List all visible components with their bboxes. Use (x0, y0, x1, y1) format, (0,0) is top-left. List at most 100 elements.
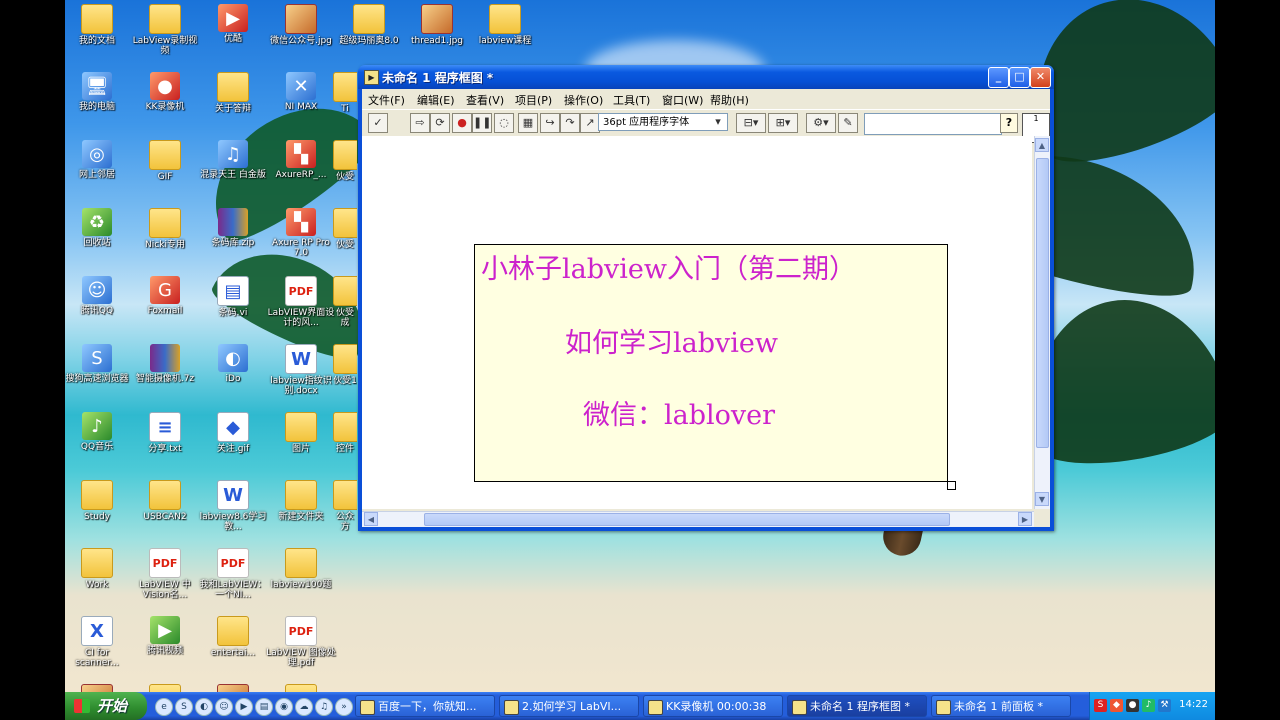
desktop-icon[interactable]: ◎ 网上邻居 (65, 140, 132, 180)
close-button[interactable]: ✕ (1030, 67, 1051, 88)
run-continuously-icon[interactable]: ⟳ (430, 113, 450, 133)
desktop-icon[interactable]: labview100题 (266, 548, 336, 590)
quicklaunch-browser-icon[interactable]: e (155, 698, 173, 716)
desktop-icon[interactable]: ♫ 混录天王 白金版 (198, 140, 268, 180)
scroll-up-icon[interactable]: ▲ (1035, 138, 1049, 152)
desktop-icon[interactable]: entertai... (198, 616, 268, 658)
desktop-icon-partial[interactable]: 控件 (333, 412, 357, 454)
desktop-icon[interactable]: ▚ Axure RP Pro 7.0 (266, 208, 336, 258)
maximize-button[interactable]: □ (1009, 67, 1030, 88)
search-input[interactable] (864, 113, 1002, 135)
tray-volume-icon[interactable]: ♪ (1142, 699, 1155, 712)
desktop-icon-partial[interactable]: 伙受 (333, 140, 357, 182)
desktop-icon[interactable]: 新建文件夹 (266, 480, 336, 522)
desktop-icon[interactable]: ≡ 分享.txt (130, 412, 200, 454)
scroll-right-icon[interactable]: ▶ (1018, 512, 1032, 526)
quicklaunch-ido-icon[interactable]: ◐ (195, 698, 213, 716)
align-objects-icon[interactable]: ⊟▾ (736, 113, 766, 133)
task-front-panel[interactable]: 未命名 1 前面板 * (931, 695, 1071, 717)
quicklaunch-more-icon[interactable]: » (335, 698, 353, 716)
resize-handle[interactable] (947, 481, 956, 490)
desktop-icon[interactable]: 智能摄像机.7z (130, 344, 200, 384)
desktop-icon[interactable]: ☺ 腾讯QQ (65, 276, 132, 316)
step-over-icon[interactable]: ↷ (560, 113, 580, 133)
desktop-icon[interactable]: 关于答辩 (198, 72, 268, 114)
desktop-icon-partial[interactable]: 伙受成 (333, 276, 357, 328)
desktop-icon[interactable]: LabView录制视频 (130, 4, 200, 56)
desktop-icon[interactable]: ▚ AxureRP_... (266, 140, 336, 180)
desktop-icon[interactable]: USBCAN2 (130, 480, 200, 522)
font-select[interactable]: 36pt 应用程序字体 (598, 113, 728, 131)
tray-sogou-icon[interactable]: S (1094, 699, 1107, 712)
desktop-icon[interactable]: 我的文档 (65, 4, 132, 46)
desktop-icon[interactable]: 条码库.zip (198, 208, 268, 248)
desktop-icon[interactable]: Work (65, 548, 132, 590)
minimize-button[interactable]: _ (988, 67, 1009, 88)
desktop-icon[interactable]: ♪ QQ音乐 (65, 412, 132, 452)
quicklaunch-chat-icon[interactable]: ◉ (275, 698, 293, 716)
desktop-icon[interactable]: ▶ 腾讯视频 (130, 616, 200, 656)
desktop-icon[interactable]: PDF LabVIEW 图像处理.pdf (266, 616, 336, 668)
desktop-icon[interactable]: 🖥 我的电脑 (65, 72, 132, 112)
desktop-icon[interactable]: X CI for scanner... (65, 616, 132, 668)
quicklaunch-sogou-icon[interactable]: S (175, 698, 193, 716)
retain-wire-values-icon[interactable]: ▦ (518, 113, 538, 133)
quicklaunch-qq-icon[interactable]: ☺ (215, 698, 233, 716)
desktop-icon[interactable]: PDF LabVIEW 中Vision名... (130, 548, 200, 600)
menu-tools[interactable]: 工具(T) (613, 92, 650, 108)
checkmark-icon[interactable]: ✓ (368, 113, 388, 133)
tray-network-icon[interactable]: ⚒ (1158, 699, 1171, 712)
desktop-icon[interactable]: GIF (130, 140, 200, 182)
quicklaunch-folder-icon[interactable]: ▤ (255, 698, 273, 716)
task-word-doc[interactable]: 2.如何学习 LabVI... (499, 695, 639, 717)
tray-app-icon[interactable]: ◆ (1110, 699, 1123, 712)
menu-operate[interactable]: 操作(O) (564, 92, 603, 108)
pause-icon[interactable]: ❚❚ (472, 113, 492, 133)
step-into-icon[interactable]: ↪ (540, 113, 560, 133)
menu-edit[interactable]: 编辑(E) (417, 92, 455, 108)
task-kk-recorder[interactable]: KK录像机 00:00:38 (643, 695, 783, 717)
desktop-icon[interactable]: ● KK录像机 (130, 72, 200, 112)
desktop-icon-partial[interactable]: 伙受 (333, 208, 357, 250)
menu-project[interactable]: 项目(P) (515, 92, 552, 108)
abort-icon[interactable]: ● (452, 113, 472, 133)
reorder-icon[interactable]: ⚙▾ (806, 113, 836, 133)
task-block-diagram[interactable]: 未命名 1 程序框图 * (787, 695, 927, 717)
desktop-icon[interactable]: 微信公众号.jpg (266, 4, 336, 46)
quicklaunch-cloud-icon[interactable]: ☁ (295, 698, 313, 716)
window-titlebar[interactable]: ▶ 未命名 1 程序框图 * _ □ ✕ (358, 65, 1054, 89)
vertical-scrollbar[interactable]: ▲ ▼ (1034, 136, 1050, 509)
desktop-icon[interactable]: ◐ iDo (198, 344, 268, 384)
desktop-icon[interactable]: S 搜狗高速浏览器 (65, 344, 132, 384)
tray-recorder-icon[interactable]: ● (1126, 699, 1139, 712)
highlight-execution-icon[interactable]: ◌ (494, 113, 514, 133)
run-icon[interactable]: ⇨ (410, 113, 430, 133)
desktop-icon[interactable]: Wlabview8.6学习教... (198, 480, 268, 532)
menu-view[interactable]: 查看(V) (466, 92, 504, 108)
start-button[interactable]: 开始 (65, 692, 147, 720)
scroll-left-icon[interactable]: ◀ (364, 512, 378, 526)
horizontal-scrollbar[interactable]: ◀ ▶ (362, 511, 1034, 527)
scroll-down-icon[interactable]: ▼ (1035, 492, 1049, 506)
desktop-icon[interactable]: ▶ 优酷 (198, 4, 268, 44)
desktop-icon[interactable]: ◆ 关注.gif (198, 412, 268, 454)
distribute-objects-icon[interactable]: ⊞▾ (768, 113, 798, 133)
block-diagram-canvas[interactable]: 小林子labview入门（第二期） 如何学习labview 微信：lablove… (362, 136, 1032, 509)
desktop-icon[interactable]: Wlabview指纹识别.docx (266, 344, 336, 396)
desktop-icon[interactable]: ✕ NI MAX (266, 72, 336, 112)
desktop-icon[interactable]: G Foxmail (130, 276, 200, 316)
chevron-down-icon[interactable]: ▾ (712, 113, 724, 131)
desktop-icon[interactable]: 超级玛丽奥8.0 (334, 4, 404, 46)
step-out-icon[interactable]: ↗ (580, 113, 600, 133)
task-browser[interactable]: 百度一下，你就知... (355, 695, 495, 717)
cleanup-diagram-icon[interactable]: ✎ (838, 113, 858, 133)
menu-window[interactable]: 窗口(W) (662, 92, 703, 108)
vertical-scroll-thumb[interactable] (1036, 158, 1049, 448)
desktop-icon[interactable]: PDF LabVIEW界面设计的风... (266, 276, 336, 328)
desktop-icon[interactable]: labview课程 (470, 4, 540, 46)
desktop-icon[interactable]: Nicki专用 (130, 208, 200, 250)
desktop-icon[interactable]: thread1.jpg (402, 4, 472, 46)
menu-file[interactable]: 文件(F) (368, 92, 405, 108)
quicklaunch-player-icon[interactable]: ♫ (315, 698, 333, 716)
desktop-icon[interactable]: PDF 我和LabVIEW：一个NI... (198, 548, 268, 600)
